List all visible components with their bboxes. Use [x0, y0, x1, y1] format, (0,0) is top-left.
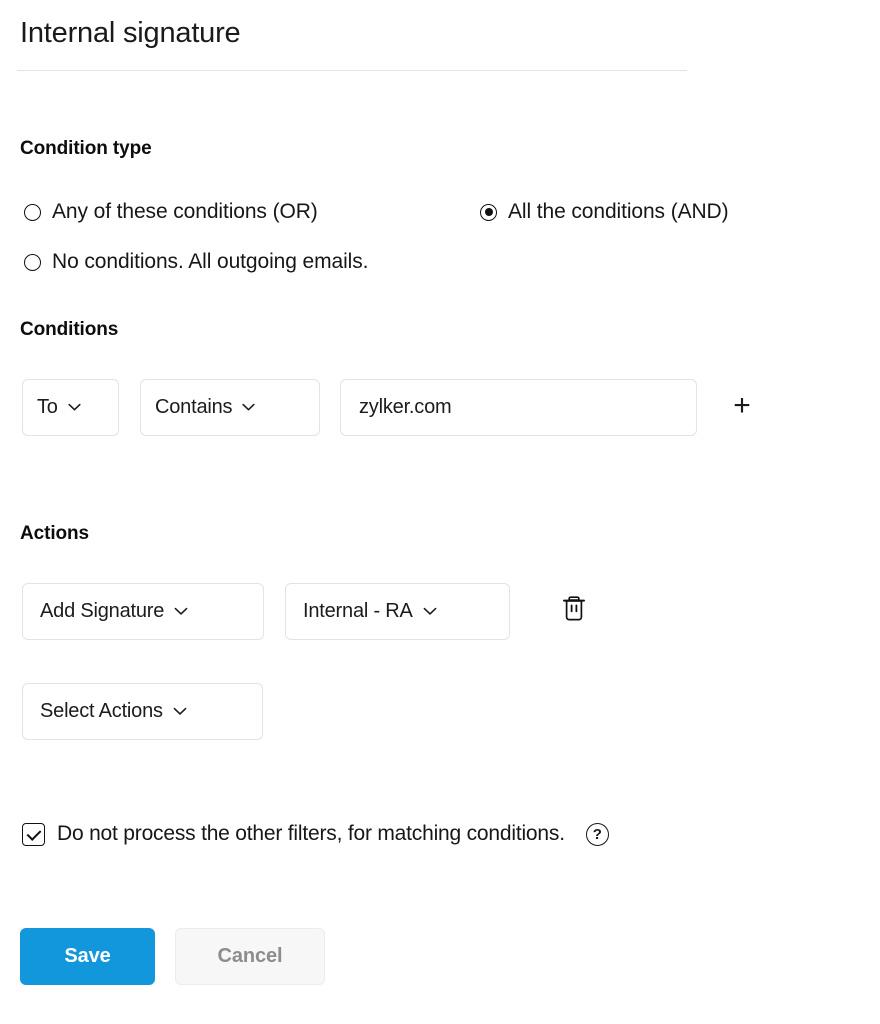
radio-label-no-conditions: No conditions. All outgoing emails. [52, 250, 369, 273]
radio-label-any-conditions: Any of these conditions (OR) [52, 200, 318, 223]
radio-icon-all-conditions[interactable] [480, 203, 497, 221]
conditions-heading: Conditions [20, 319, 119, 340]
chevron-down-icon [174, 607, 188, 616]
condition-type-heading: Condition type [20, 138, 152, 159]
delete-action-button[interactable] [556, 592, 592, 630]
help-icon[interactable]: ? [585, 822, 609, 846]
condition-field-dropdown[interactable]: To [22, 379, 119, 436]
radio-option-any-conditions[interactable]: Any of these conditions (OR) [24, 200, 318, 224]
do-not-process-filters-checkbox[interactable] [22, 822, 45, 846]
radio-icon-no-conditions[interactable] [24, 253, 41, 271]
radio-label-all-conditions: All the conditions (AND) [508, 200, 729, 223]
chevron-down-icon [68, 403, 81, 412]
title-divider [17, 70, 687, 71]
plus-icon: + [733, 389, 751, 422]
add-condition-button[interactable]: + [722, 386, 762, 426]
action-type-dropdown[interactable]: Add Signature [22, 583, 264, 640]
radio-option-all-conditions[interactable]: All the conditions (AND) [480, 200, 729, 224]
condition-operator-dropdown[interactable]: Contains [140, 379, 320, 436]
do-not-process-filters-option[interactable]: Do not process the other filters, for ma… [22, 822, 609, 846]
condition-value-input[interactable]: zylker.com [340, 379, 697, 436]
cancel-button[interactable]: Cancel [175, 928, 325, 985]
chevron-down-icon [173, 707, 187, 716]
radio-option-no-conditions[interactable]: No conditions. All outgoing emails. [24, 250, 368, 274]
condition-operator-value: Contains [155, 396, 233, 418]
actions-heading: Actions [20, 523, 89, 544]
select-actions-dropdown[interactable]: Select Actions [22, 683, 263, 740]
chevron-down-icon [423, 607, 437, 616]
select-actions-value: Select Actions [40, 700, 163, 722]
page-title: Internal signature [20, 17, 241, 49]
do-not-process-filters-label: Do not process the other filters, for ma… [57, 822, 565, 845]
trash-icon [561, 594, 587, 628]
action-type-value: Add Signature [40, 600, 165, 622]
action-value-text: Internal - RA [303, 600, 413, 622]
condition-value-text: zylker.com [359, 396, 452, 418]
filter-settings-page: Internal signature Condition type Any of… [0, 0, 880, 1024]
condition-field-value: To [37, 396, 58, 418]
save-button[interactable]: Save [20, 928, 155, 985]
radio-icon-any-conditions[interactable] [24, 203, 41, 221]
action-value-dropdown[interactable]: Internal - RA [285, 583, 510, 640]
chevron-down-icon [242, 403, 255, 412]
